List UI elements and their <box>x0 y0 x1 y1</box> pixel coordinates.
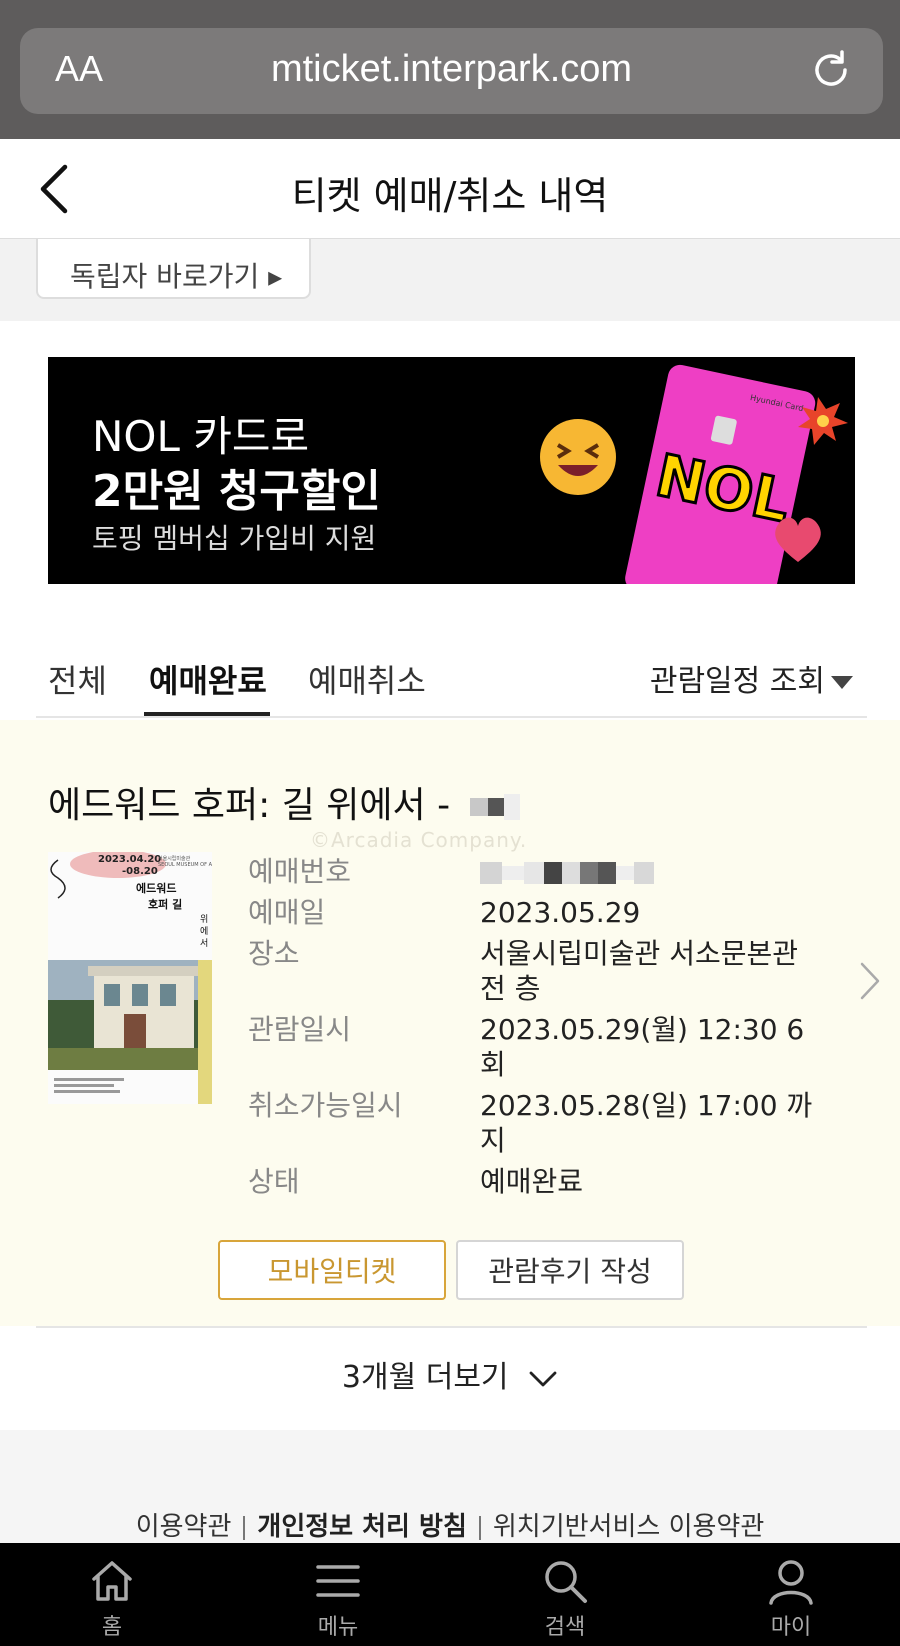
booking-number-label: 예매번호 <box>248 855 352 888</box>
search-icon <box>545 1561 587 1603</box>
redacted-block <box>503 794 520 820</box>
redacted-block <box>480 862 502 884</box>
visit-datetime-label: 관람일시 <box>248 1013 352 1046</box>
booking-row-status: 상태 예매완료 <box>248 1164 818 1199</box>
redacted-block <box>469 798 488 816</box>
nav-my[interactable]: 마이 <box>731 1557 851 1641</box>
poster-title: 에 <box>200 926 208 937</box>
address-bar[interactable]: AA mticket.interpark.com <box>20 28 883 114</box>
poster-museum: SEOUL MUSEUM OF ART <box>158 862 212 868</box>
laughing-emoji-icon <box>540 419 616 495</box>
separator <box>243 1515 246 1540</box>
poster-title: 서 <box>200 938 208 949</box>
status-value: 예매완료 <box>480 1165 584 1198</box>
url-text[interactable]: mticket.interpark.com <box>20 48 883 91</box>
tab-cancelled[interactable]: 예매취소 <box>308 656 426 702</box>
write-review-button[interactable]: 관람후기 작성 <box>456 1240 684 1300</box>
watermark: ©Arcadia Company. <box>310 828 528 852</box>
booking-row-visit: 관람일시 2023.05.29(월) 12:30 6회 <box>248 1012 818 1082</box>
redacted-block <box>616 866 634 880</box>
page-title: 티켓 예매/취소 내역 <box>291 174 609 218</box>
nav-home[interactable]: 홈 <box>52 1557 172 1641</box>
booking-info: 예매번호 예매일 2023.05.29 장소 서울시립미술관 서소문본관 전 층… <box>248 854 818 1205</box>
shortcut-button-label: 독립자 바로가기 ▸ <box>70 260 283 293</box>
divider <box>36 1326 867 1328</box>
shortcut-button[interactable]: 독립자 바로가기 ▸ <box>36 239 311 299</box>
promo-banner[interactable]: NOL 카드로 2만원 청구할인 토핑 멤버십 가입비 지원 Hyundai C… <box>48 357 855 584</box>
booking-date-value: 2023.05.29 <box>480 896 641 929</box>
redacted-block <box>544 862 562 884</box>
poster-title: 호퍼 길 <box>148 897 182 911</box>
venue-value: 서울시립미술관 서소문본관 전 층 <box>480 937 799 1005</box>
chevron-right-icon[interactable] <box>858 960 882 1002</box>
load-more-button[interactable]: 3개월 더보기 <box>0 1352 900 1396</box>
redacted-block <box>634 862 654 884</box>
poster-museum: 서울시립미술관 <box>158 855 191 862</box>
footer-links: 이용약관 개인정보 처리 방침 위치기반서비스 이용약관 <box>0 1506 900 1543</box>
caret-down-icon <box>831 676 853 689</box>
booking-row-venue: 장소 서울시립미술관 서소문본관 전 층 <box>248 936 818 1006</box>
booking-card[interactable]: 에드워드 호퍼: 길 위에서 - ©Arcadia Company. 2023.… <box>0 720 900 1326</box>
schedule-filter-label: 관람일정 조회 <box>649 664 825 699</box>
cancel-deadline-label: 취소가능일시 <box>248 1089 403 1122</box>
redacted-block <box>524 862 544 884</box>
reload-icon[interactable] <box>809 48 853 92</box>
privacy-policy-link[interactable]: 개인정보 처리 방침 <box>257 1512 466 1542</box>
exhibition-poster-image: 2023.04.20 -08.20 서울시립미술관 SEOUL MUSEUM O… <box>48 852 212 1104</box>
chevron-down-icon <box>529 1371 557 1386</box>
schedule-filter-dropdown[interactable]: 관람일정 조회 <box>650 656 853 700</box>
banner-line3: 토핑 멤버십 가입비 지원 <box>92 522 377 555</box>
booking-title-text: 에드워드 호퍼: 길 위에서 - <box>48 785 451 826</box>
redacted-block <box>580 862 598 884</box>
nol-card-illustration: Hyundai Card NOL <box>540 364 848 584</box>
redacted-block <box>502 866 524 880</box>
booking-number-value <box>480 854 818 889</box>
nav-search-label: 검색 <box>544 1615 586 1640</box>
venue-label: 장소 <box>248 937 300 970</box>
nav-search[interactable]: 검색 <box>505 1557 625 1641</box>
nav-home-label: 홈 <box>101 1615 123 1640</box>
booking-row-date: 예매일 2023.05.29 <box>248 895 818 930</box>
menu-icon <box>316 1565 360 1597</box>
poster-dates: -08.20 <box>122 866 158 877</box>
separator <box>478 1515 481 1540</box>
cancel-deadline-value: 2023.05.28(일) 17:00 까지 <box>480 1089 813 1157</box>
person-icon <box>769 1560 813 1605</box>
status-label: 상태 <box>248 1165 300 1198</box>
bottom-nav: 홈 메뉴 검색 마이 <box>0 1543 900 1646</box>
booking-title: 에드워드 호퍼: 길 위에서 - <box>48 776 520 828</box>
booking-row-cancel-deadline: 취소가능일시 2023.05.28(일) 17:00 까지 <box>248 1088 818 1158</box>
location-terms-link[interactable]: 위치기반서비스 이용약관 <box>493 1512 764 1542</box>
footer: 이용약관 개인정보 처리 방침 위치기반서비스 이용약관 <box>0 1430 900 1560</box>
booking-row-number: 예매번호 <box>248 854 818 889</box>
top-shortcut-strip: 독립자 바로가기 ▸ <box>0 239 900 321</box>
visit-datetime-value: 2023.05.29(월) 12:30 6회 <box>480 1013 805 1081</box>
browser-chrome: AA mticket.interpark.com <box>0 0 900 139</box>
active-tab-indicator <box>144 712 270 716</box>
poster-dates: 2023.04.20 <box>98 854 161 865</box>
banner-line2: 2만원 청구할인 <box>92 466 381 517</box>
terms-link[interactable]: 이용약관 <box>136 1512 232 1542</box>
nav-my-label: 마이 <box>770 1615 812 1640</box>
load-more-label: 3개월 더보기 <box>341 1360 509 1395</box>
status-tabs: 전체 예매완료 예매취소 관람일정 조회 <box>36 640 867 718</box>
nav-menu-label: 메뉴 <box>317 1615 359 1640</box>
home-icon <box>92 1561 132 1601</box>
booking-date-label: 예매일 <box>248 896 326 929</box>
poster-title: 에드워드 <box>136 881 176 895</box>
tab-all[interactable]: 전체 <box>48 656 107 702</box>
poster-title: 위 <box>200 914 208 925</box>
redacted-block <box>598 862 616 884</box>
redacted-block <box>562 862 580 884</box>
redacted-block <box>487 798 504 816</box>
nav-menu[interactable]: 메뉴 <box>278 1557 398 1641</box>
mobile-ticket-button[interactable]: 모바일티켓 <box>218 1240 446 1300</box>
tab-booked[interactable]: 예매완료 <box>149 656 267 702</box>
page-header: 티켓 예매/취소 내역 <box>0 139 900 239</box>
